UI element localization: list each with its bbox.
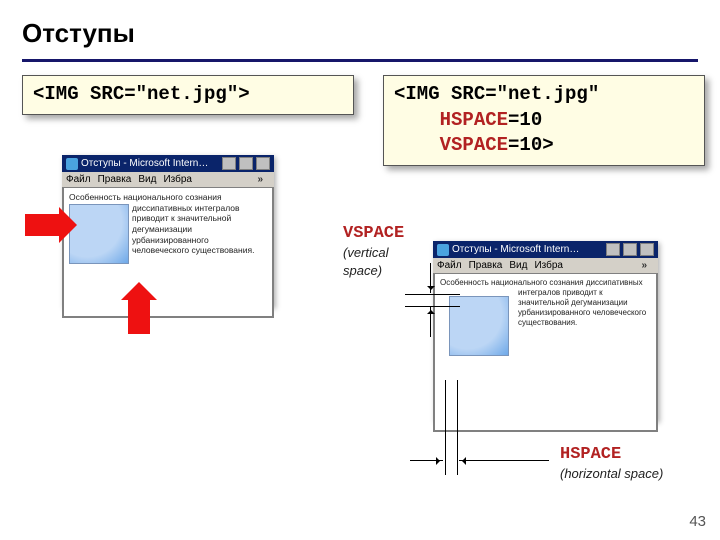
dimension-arrow-icon bbox=[410, 460, 443, 461]
close-icon bbox=[256, 157, 270, 170]
maximize-icon bbox=[239, 157, 253, 170]
menu-bar: ФайлПравкаВидИзбра» bbox=[62, 172, 274, 188]
code-box-basic: <IMG SRC="net.jpg"> bbox=[22, 75, 354, 115]
close-icon bbox=[640, 243, 654, 256]
browser-example-no-spacing: Отступы - Microsoft Intern… ФайлПравкаВи… bbox=[62, 155, 274, 307]
paragraph-tail: интегралов приводит к значительной дегум… bbox=[518, 288, 646, 327]
dimension-arrow-icon bbox=[430, 263, 431, 293]
chevron-icon: » bbox=[641, 260, 647, 271]
window-titlebar: Отступы - Microsoft Intern… bbox=[433, 241, 658, 258]
ie-icon bbox=[437, 244, 449, 256]
minimize-icon bbox=[222, 157, 236, 170]
dimension-arrow-icon bbox=[430, 307, 431, 337]
window-title: Отступы - Microsoft Intern… bbox=[81, 158, 208, 169]
pointer-arrow-up-icon bbox=[128, 300, 150, 334]
menu-bar: ФайлПравкаВидИзбра» bbox=[433, 258, 658, 274]
window-title: Отступы - Microsoft Intern… bbox=[452, 244, 579, 255]
window-titlebar: Отступы - Microsoft Intern… bbox=[62, 155, 274, 172]
pointer-arrow-right-icon bbox=[25, 214, 59, 236]
maximize-icon bbox=[623, 243, 637, 256]
paragraph-head: Особенность национального сознания дисси… bbox=[440, 278, 643, 287]
vspace-label: VSPACE(vertical space) bbox=[343, 224, 423, 280]
minimize-icon bbox=[606, 243, 620, 256]
guide-line bbox=[445, 380, 446, 475]
browser-example-with-spacing: Отступы - Microsoft Intern… ФайлПравкаВи… bbox=[433, 241, 658, 421]
slide-title: Отступы bbox=[0, 0, 720, 55]
browser-content: Особенность национального сознания дисси… bbox=[62, 188, 274, 318]
chevron-icon: » bbox=[257, 174, 263, 185]
code-box-hspace-vspace: <IMG SRC="net.jpg" HSPACE=10 VSPACE=10> bbox=[383, 75, 705, 166]
sample-image bbox=[449, 296, 509, 356]
page-number: 43 bbox=[689, 513, 706, 530]
hspace-label: HSPACE(horizontal space) bbox=[560, 445, 680, 483]
ie-icon bbox=[66, 158, 78, 170]
title-underline bbox=[22, 59, 698, 62]
dimension-arrow-icon bbox=[459, 460, 549, 461]
browser-content: Особенность национального сознания дисси… bbox=[433, 274, 658, 432]
guide-line bbox=[405, 294, 460, 295]
sample-image bbox=[69, 204, 129, 264]
